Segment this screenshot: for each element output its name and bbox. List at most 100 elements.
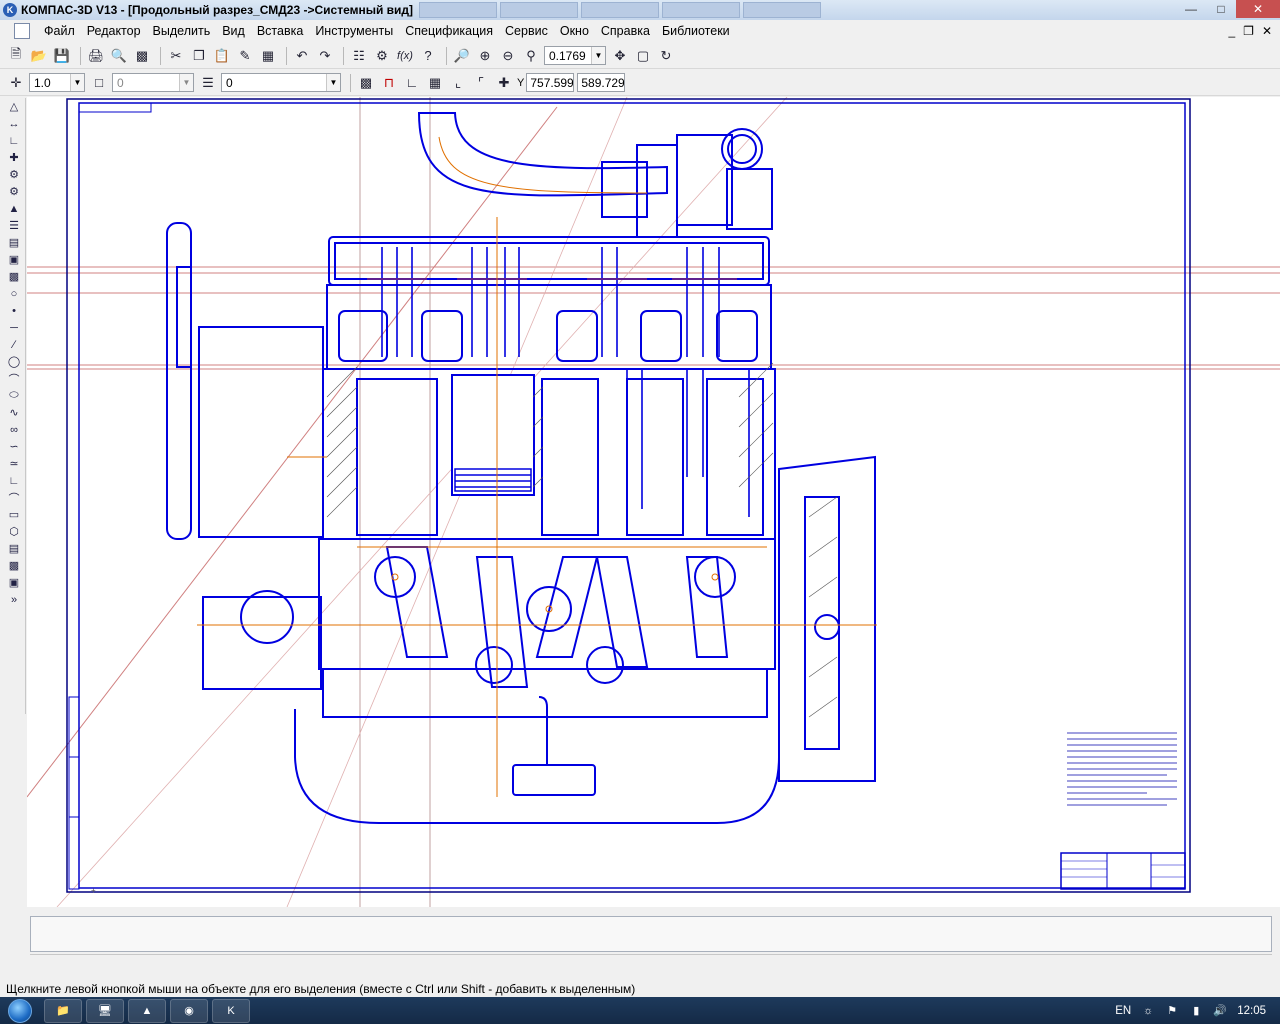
local-cs-icon[interactable]: ⌞ — [448, 73, 468, 93]
refresh-icon[interactable]: ↻ — [656, 46, 676, 66]
coord-x-field[interactable]: 757.599 — [526, 73, 575, 92]
window-titlebar[interactable]: K КОМПАС-3D V13 - [Продольный разрез_СМД… — [0, 0, 1280, 20]
show-all-icon[interactable]: ▢ — [633, 46, 653, 66]
doc-restore-button[interactable]: ❐ — [1243, 24, 1254, 38]
macro-tool-icon[interactable]: ▣ — [4, 575, 24, 590]
contour-tool-icon[interactable]: ▩ — [4, 558, 24, 573]
chevron-down-icon[interactable]: ▼ — [591, 47, 605, 64]
geometry-panel-icon[interactable]: △ — [4, 99, 24, 114]
ellipse-tool-icon[interactable]: ⬭ — [4, 388, 24, 403]
format-painter-icon[interactable]: ✎ — [235, 46, 255, 66]
maximize-button[interactable]: □ — [1206, 0, 1236, 18]
task-thumb[interactable] — [743, 2, 822, 18]
menu-select[interactable]: Выделить — [147, 24, 217, 38]
redo-icon[interactable]: ↷ — [315, 46, 335, 66]
layer-combo[interactable]: 0 ▼ — [112, 73, 194, 92]
round-icon[interactable]: ⌜ — [471, 73, 491, 93]
print-preview-icon[interactable]: 🔍 — [109, 46, 129, 66]
menu-libraries[interactable]: Библиотеки — [656, 24, 736, 38]
edit-panel-icon[interactable]: ✚ — [4, 150, 24, 165]
clock[interactable]: 12:05 — [1237, 1005, 1266, 1017]
polyline-tool-icon[interactable]: ∞ — [4, 422, 24, 437]
coord-y-field[interactable]: 589.729 — [577, 73, 626, 92]
circle-tool-icon[interactable]: ◯ — [4, 354, 24, 369]
menu-file[interactable]: Файл — [38, 24, 81, 38]
bezier-tool-icon[interactable]: ∽ — [4, 439, 24, 454]
network-icon[interactable]: ☼ — [1141, 1004, 1155, 1018]
menu-insert[interactable]: Вставка — [251, 24, 309, 38]
select-panel-icon[interactable]: ▲ — [4, 201, 24, 216]
menu-editor[interactable]: Редактор — [81, 24, 147, 38]
copy-icon[interactable]: ❐ — [189, 46, 209, 66]
tree-icon[interactable]: ☷ — [349, 46, 369, 66]
minimize-button[interactable]: — — [1176, 0, 1206, 18]
paste-icon[interactable]: 📋 — [212, 46, 232, 66]
fragments-panel-icon[interactable]: ▩ — [4, 269, 24, 284]
zoom-scale-icon[interactable]: ⚲ — [521, 46, 541, 66]
aux-line-tool-icon[interactable]: ─ — [4, 320, 24, 335]
insert-panel-icon[interactable]: ▣ — [4, 252, 24, 267]
save-icon[interactable]: 💾 — [52, 46, 72, 66]
variables-icon[interactable]: ⚙ — [372, 46, 392, 66]
taskbar-app-button[interactable]: ▲ — [128, 998, 166, 1023]
help-pointer-icon[interactable]: ? — [418, 46, 438, 66]
zoom-window-icon[interactable]: 🔎 — [452, 46, 472, 66]
undo-icon[interactable]: ↶ — [292, 46, 312, 66]
menu-specification[interactable]: Спецификация — [399, 24, 499, 38]
line-scale-combo[interactable]: 1.0 ▼ — [29, 73, 85, 92]
ortho-icon[interactable]: ∟ — [402, 73, 422, 93]
taskbar-monitor-button[interactable]: 🖥 — [86, 998, 124, 1023]
point-tool-icon[interactable]: • — [4, 303, 24, 318]
arc-tool-icon[interactable]: ⌒ — [4, 371, 24, 386]
layer-properties-icon[interactable]: ▩ — [356, 73, 376, 93]
task-thumb[interactable] — [662, 2, 741, 18]
open-folder-icon[interactable]: 📂 — [29, 46, 49, 66]
chevron-down-icon[interactable]: ▼ — [70, 74, 84, 91]
style-combo[interactable]: 0 ▼ — [221, 73, 341, 92]
menu-tools[interactable]: Инструменты — [309, 24, 399, 38]
polygon-tool-icon[interactable]: ⬡ — [4, 524, 24, 539]
taskbar-explorer-button[interactable]: 📁 — [44, 998, 82, 1023]
taskbar-chrome-button[interactable]: ◉ — [170, 998, 208, 1023]
drawing-canvas[interactable]: + — [27, 97, 1280, 907]
reports-panel-icon[interactable]: ▤ — [4, 235, 24, 250]
snap-magnet-icon[interactable]: ⊓ — [379, 73, 399, 93]
menu-view[interactable]: Вид — [216, 24, 251, 38]
cut-icon[interactable]: ✂ — [166, 46, 186, 66]
start-button[interactable] — [0, 997, 40, 1024]
hatch-tool-icon[interactable]: ▤ — [4, 541, 24, 556]
task-thumb[interactable] — [500, 2, 579, 18]
views-panel-icon[interactable]: ○ — [4, 286, 24, 301]
chamfer-tool-icon[interactable]: ∟ — [4, 473, 24, 488]
grid-icon[interactable]: ▦ — [425, 73, 445, 93]
battery-icon[interactable]: ▮ — [1189, 1004, 1203, 1018]
designations-panel-icon[interactable]: ∟ — [4, 133, 24, 148]
manager-icon[interactable]: ▩ — [132, 46, 152, 66]
zoom-scale-combo[interactable]: 0.1769 ▼ — [544, 46, 606, 65]
print-icon[interactable]: 🖨 — [86, 46, 106, 66]
more-tools-icon[interactable]: » — [4, 592, 24, 607]
fillet-tool-icon[interactable]: ⌒ — [4, 490, 24, 505]
task-thumb[interactable] — [419, 2, 498, 18]
spline-tool-icon[interactable]: ∿ — [4, 405, 24, 420]
doc-close-button[interactable]: ✕ — [1262, 24, 1272, 38]
zoom-out-icon[interactable]: ⊖ — [498, 46, 518, 66]
menu-service[interactable]: Сервис — [499, 24, 554, 38]
zoom-in-icon[interactable]: ⊕ — [475, 46, 495, 66]
function-icon[interactable]: f(x) — [395, 46, 415, 66]
nurbs-tool-icon[interactable]: ≃ — [4, 456, 24, 471]
taskbar-kompas-button[interactable]: K — [212, 998, 250, 1023]
language-indicator[interactable]: EN — [1115, 1005, 1131, 1017]
parametrization-panel-icon[interactable]: ⚙ — [4, 167, 24, 182]
chevron-down-icon[interactable]: ▼ — [326, 74, 340, 91]
flag-icon[interactable]: ⚑ — [1165, 1004, 1179, 1018]
rectangle-tool-icon[interactable]: ▭ — [4, 507, 24, 522]
properties-icon[interactable]: ▦ — [258, 46, 278, 66]
document-icon[interactable] — [14, 23, 30, 39]
properties-panel[interactable] — [30, 916, 1272, 952]
measure-panel-icon[interactable]: ⚙ — [4, 184, 24, 199]
volume-icon[interactable]: 🔊 — [1213, 1004, 1227, 1018]
chevron-down-icon[interactable]: ▼ — [179, 74, 193, 91]
doc-minimize-button[interactable]: _ — [1228, 24, 1235, 38]
view-icon[interactable]: □ — [89, 73, 109, 93]
